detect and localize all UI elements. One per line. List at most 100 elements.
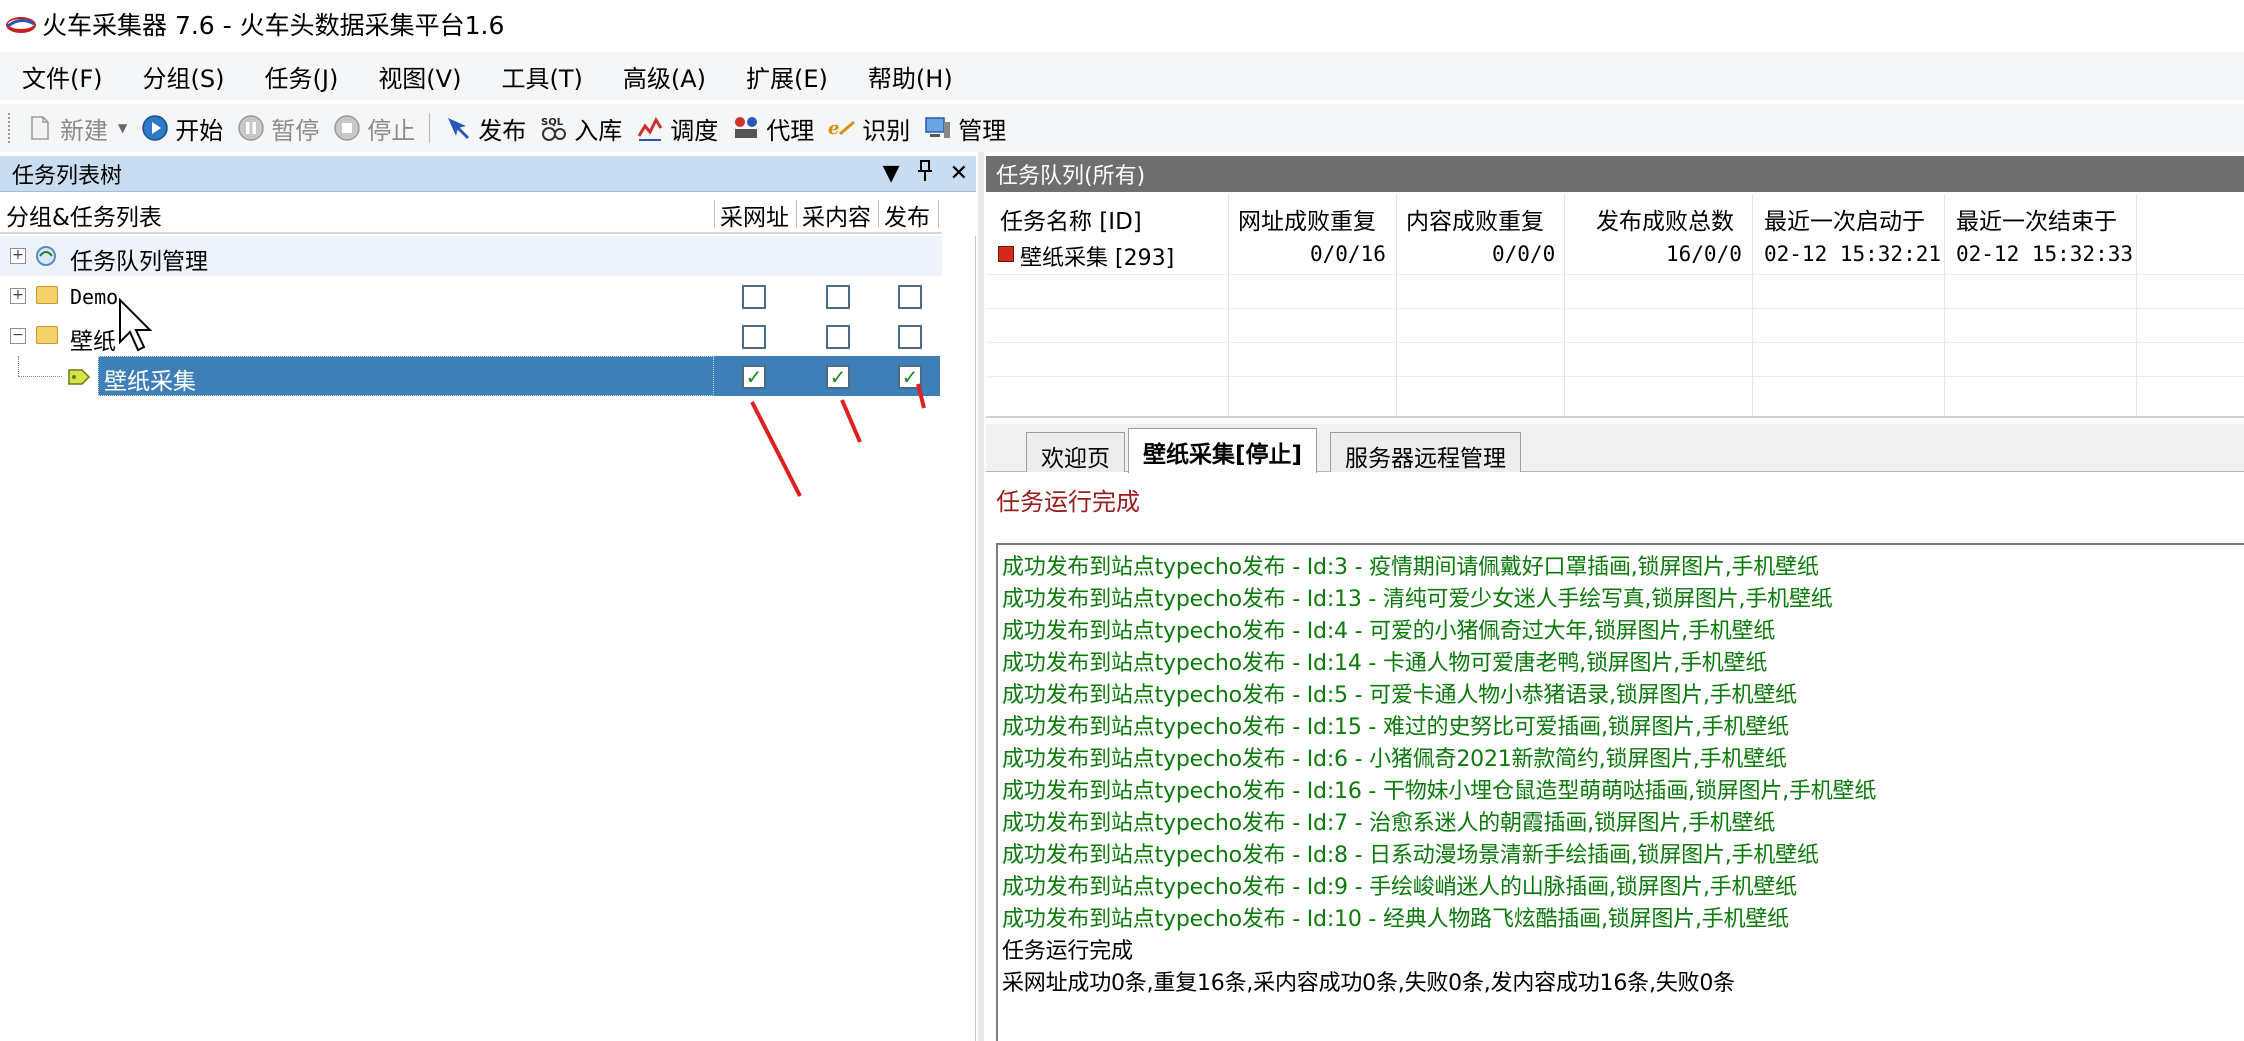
tree-row-wallpaper-task[interactable]: 壁纸采集 ✓ ✓ ✓: [0, 356, 942, 396]
tree-item-label: 壁纸: [70, 329, 116, 355]
log-line: 成功发布到站点typecho发布 - Id:4 - 可爱的小猪佩奇过大年,锁屏图…: [1002, 619, 1776, 644]
queue-content-stats: 0/0/0: [1492, 242, 1556, 266]
stopped-status-icon: [998, 246, 1014, 262]
folder-icon: [36, 326, 58, 344]
pause-button[interactable]: 暂停: [237, 111, 319, 146]
manage-button[interactable]: 管理: [924, 111, 1006, 146]
column-divider: [796, 200, 797, 228]
menu-group[interactable]: 分组(S): [143, 59, 225, 94]
column-collect-url[interactable]: 采网址: [720, 198, 789, 232]
column-collect-content[interactable]: 采内容: [802, 198, 871, 232]
task-tree-panel-header: 任务列表树 ▼ ✕: [0, 156, 976, 192]
sql-import-label: 入库: [574, 116, 623, 145]
expand-icon[interactable]: +: [10, 248, 26, 264]
chevron-down-icon[interactable]: ▼: [118, 121, 127, 135]
tab-wallpaper-task[interactable]: 壁纸采集[停止]: [1128, 428, 1318, 473]
queue-column-content-stats[interactable]: 内容成败重复: [1406, 194, 1544, 238]
queue-url-stats: 0/0/16: [1310, 242, 1386, 266]
svg-text:e: e: [828, 118, 839, 139]
start-label: 开始: [175, 116, 224, 145]
checkbox-publish-checked[interactable]: ✓: [898, 365, 922, 389]
schedule-icon: [636, 114, 664, 142]
proxy-button[interactable]: 代理: [732, 111, 814, 146]
toolbar-grip[interactable]: [8, 113, 12, 143]
tree-row-queue-manager[interactable]: + 任务队列管理: [0, 236, 942, 276]
log-line: 采网址成功0条,重复16条,采内容成功0条,失败0条,发内容成功16条,失败0条: [1002, 971, 1735, 996]
log-output[interactable]: 成功发布到站点typecho发布 - Id:3 - 疫情期间请佩戴好口罩插画,锁…: [996, 543, 2244, 1041]
publish-label: 发布: [478, 116, 527, 145]
pause-icon: [237, 114, 265, 142]
stop-button[interactable]: 停止: [333, 111, 415, 146]
mouse-cursor-icon: [118, 297, 153, 358]
menu-bar: 文件(F) 分组(S) 任务(J) 视图(V) 工具(T) 高级(A) 扩展(E…: [0, 52, 2244, 100]
tab-server-remote[interactable]: 服务器远程管理: [1330, 432, 1521, 472]
checkbox-collect-url[interactable]: [742, 325, 766, 349]
tab-welcome[interactable]: 欢迎页: [1026, 432, 1125, 472]
checkbox-collect-content[interactable]: [826, 285, 850, 309]
queue-column-last-end[interactable]: 最近一次结束于: [1956, 194, 2117, 238]
grid-line: [1228, 194, 1229, 416]
schedule-button[interactable]: 调度: [636, 111, 718, 146]
collapse-icon[interactable]: −: [10, 328, 26, 344]
grid-line: [2136, 194, 2137, 416]
checkbox-collect-content-checked[interactable]: ✓: [826, 365, 850, 389]
grid-line: [1944, 194, 1945, 416]
checkbox-publish[interactable]: [898, 285, 922, 309]
proxy-icon: [732, 114, 760, 142]
tab-strip: 欢迎页 壁纸采集[停止] 服务器远程管理: [986, 424, 2244, 473]
train-logo-icon: [4, 12, 38, 36]
column-task-list[interactable]: 分组&任务列表: [6, 198, 162, 232]
menu-tools[interactable]: 工具(T): [501, 59, 582, 94]
checkbox-collect-url[interactable]: [742, 285, 766, 309]
grid-line: [986, 274, 2244, 275]
column-divider: [714, 200, 715, 228]
checkbox-publish[interactable]: [898, 325, 922, 349]
publish-arrow-icon: [444, 114, 472, 142]
menu-extend[interactable]: 扩展(E): [746, 59, 828, 94]
queue-column-last-start[interactable]: 最近一次启动于: [1764, 194, 1925, 238]
grid-line: [986, 308, 2244, 309]
queue-last-start: 02-12 15:32:21: [1764, 242, 1942, 266]
tree-item-label: Demo: [70, 285, 119, 309]
column-divider: [878, 200, 879, 228]
task-tree-column-header: 分组&任务列表 采网址 采内容 发布: [0, 194, 942, 234]
task-queue-title: 任务队列(所有): [996, 164, 1146, 189]
panel-menu-arrow-icon[interactable]: ▼: [883, 161, 900, 186]
checkbox-collect-content[interactable]: [826, 325, 850, 349]
tree-connector: [18, 356, 19, 376]
log-line: 成功发布到站点typecho发布 - Id:5 - 可爱卡通人物小恭猪语录,锁屏…: [1002, 683, 1797, 708]
new-button[interactable]: 新建 ▼: [26, 111, 127, 146]
log-line: 成功发布到站点typecho发布 - Id:9 - 手绘峻峭迷人的山脉插画,锁屏…: [1002, 875, 1797, 900]
log-line: 成功发布到站点typecho发布 - Id:6 - 小猪佩奇2021新款简约,锁…: [1002, 747, 1787, 772]
queue-manager-icon: [34, 244, 58, 274]
panel-splitter[interactable]: [978, 152, 984, 1041]
close-icon[interactable]: ✕: [950, 161, 968, 186]
queue-column-url-stats[interactable]: 网址成败重复: [1238, 194, 1376, 238]
log-line: 成功发布到站点typecho发布 - Id:16 - 干物妹小埋仓鼠造型萌萌哒插…: [1002, 779, 1877, 804]
toolbar: 新建 ▼ 开始 暂停 停止 发布 SQL 入库 调度 代理 e 识别 管理: [0, 104, 2244, 152]
pin-icon[interactable]: [916, 159, 934, 188]
menu-file[interactable]: 文件(F): [22, 59, 103, 94]
sql-import-button[interactable]: SQL 入库: [540, 111, 622, 146]
checkbox-collect-url-checked[interactable]: ✓: [742, 365, 766, 389]
menu-advanced[interactable]: 高级(A): [623, 59, 706, 94]
table-row[interactable]: 壁纸采集 [293] 0/0/16 0/0/0 16/0/0 02-12 15:…: [986, 238, 2244, 274]
task-status-text: 任务运行完成: [996, 488, 1140, 516]
column-publish[interactable]: 发布: [884, 198, 930, 232]
log-line: 成功发布到站点typecho发布 - Id:3 - 疫情期间请佩戴好口罩插画,锁…: [1002, 555, 1819, 580]
grid-line: [986, 342, 2244, 343]
menu-view[interactable]: 视图(V): [378, 59, 461, 94]
log-line: 任务运行完成: [1002, 939, 1133, 964]
menu-help[interactable]: 帮助(H): [868, 59, 953, 94]
expand-icon[interactable]: +: [10, 288, 26, 304]
queue-publish-stats: 16/0/0: [1666, 242, 1742, 266]
menu-task[interactable]: 任务(J): [265, 59, 339, 94]
start-button[interactable]: 开始: [141, 111, 223, 146]
stop-label: 停止: [367, 116, 416, 145]
recognize-button[interactable]: e 识别: [828, 111, 910, 146]
queue-column-publish-stats[interactable]: 发布成败总数: [1596, 194, 1734, 238]
publish-button[interactable]: 发布: [444, 111, 526, 146]
queue-column-name[interactable]: 任务名称 [ID]: [1000, 194, 1142, 238]
grid-line: [1564, 194, 1565, 416]
log-line: 成功发布到站点typecho发布 - Id:10 - 经典人物路飞炫酷插画,锁屏…: [1002, 907, 1789, 932]
